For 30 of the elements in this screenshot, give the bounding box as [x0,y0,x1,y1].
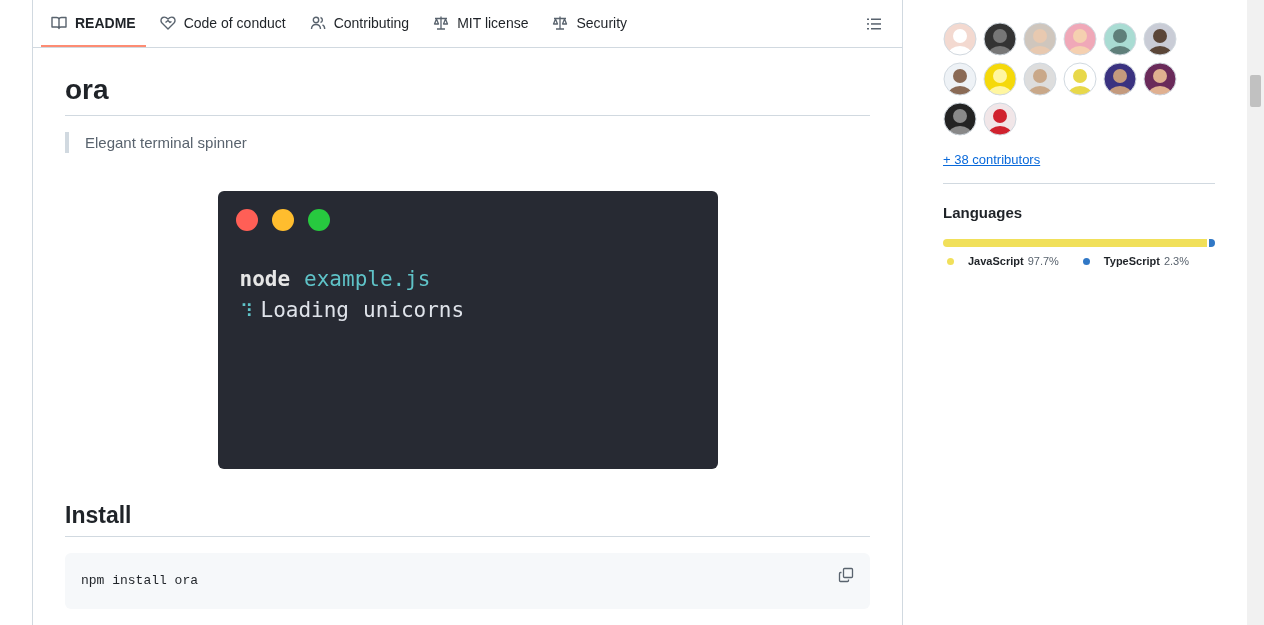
code-text: npm install ora [81,573,199,589]
tab[interactable]: Security [542,0,638,47]
terminal-text: Loading [260,297,349,324]
section-heading: Install [65,501,870,537]
scale-icon [552,14,569,31]
scrollbar[interactable] [1247,0,1264,625]
languages-heading: Languages [943,204,1024,221]
scale-icon [433,14,450,31]
contributors-link[interactable]: + 38 contributors [943,152,1041,167]
heart-icon [159,14,176,31]
terminal-command: node [239,266,291,293]
readme-title: ora [65,72,870,116]
language-name[interactable]: TypeScript [1103,255,1160,267]
terminal-argument: example.js [304,266,431,293]
terminal-text: unicorns [363,297,465,324]
tab[interactable]: Contributing [299,0,420,47]
tab[interactable]: MIT license [423,0,539,47]
spinner-glyph: ⠹ [239,299,253,323]
quote-text: Elegant terminal spinner [85,134,247,151]
language-percent: 2.3% [1163,255,1189,267]
copy-icon [838,566,854,583]
window-control-icon [307,209,330,231]
tab[interactable]: Code of conduct [149,0,296,47]
book-icon [51,14,67,31]
language-percent: 97.7% [1027,255,1059,267]
window-control-icon [235,209,258,231]
language-name[interactable]: JavaScript [968,255,1024,267]
tab[interactable]: README [41,0,146,47]
window-control-icon [271,209,294,231]
people-icon [309,14,326,31]
